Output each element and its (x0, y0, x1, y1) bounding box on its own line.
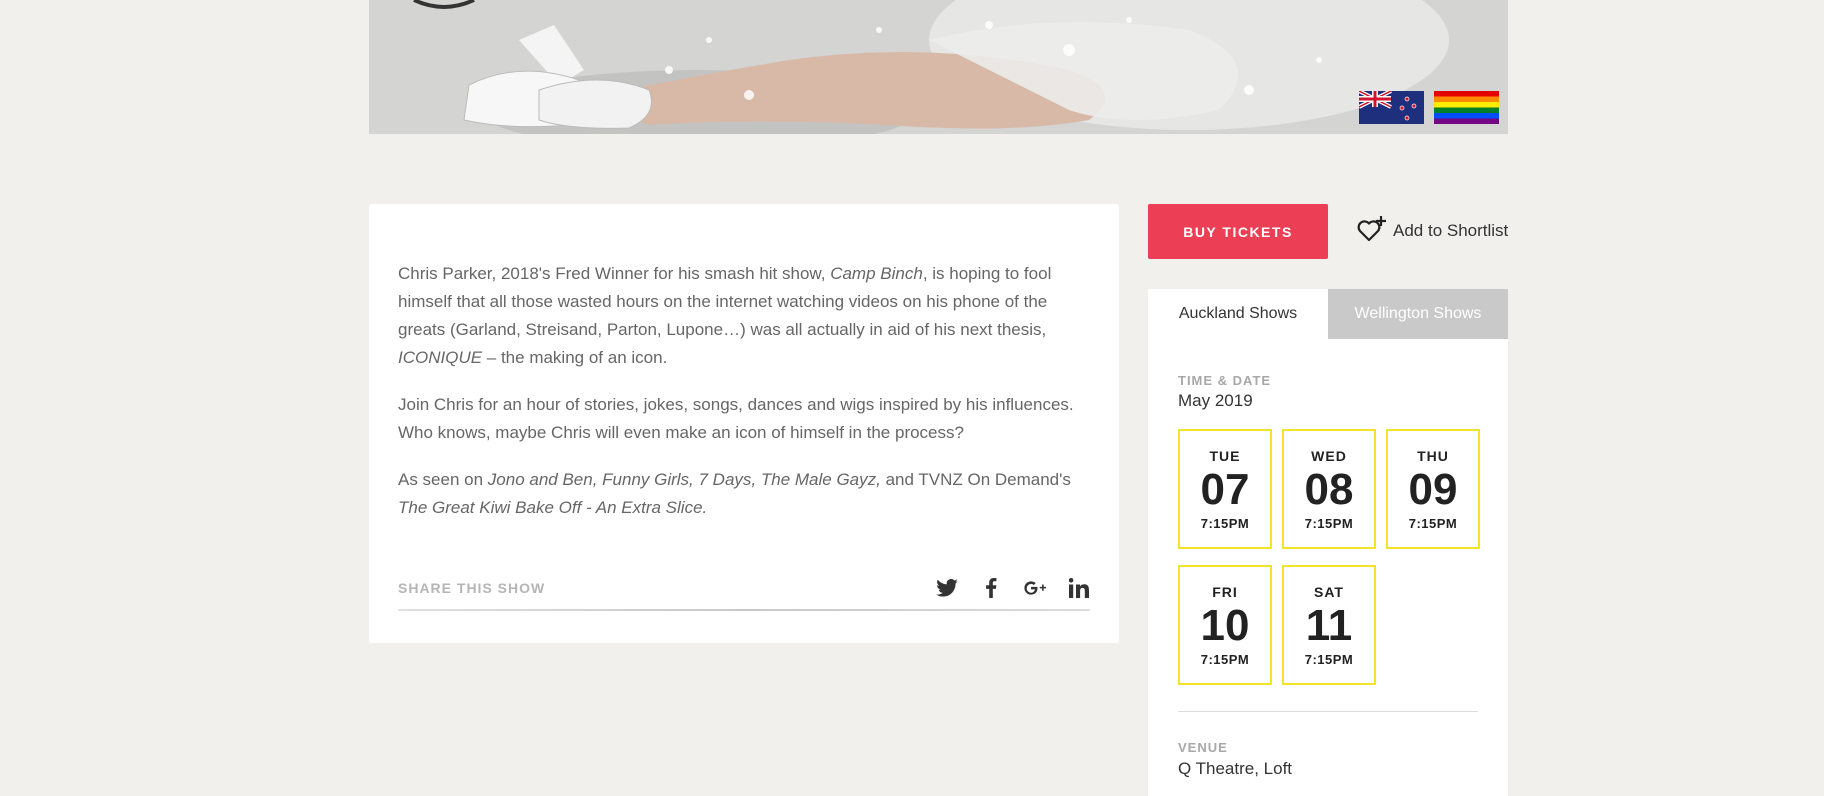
date-option[interactable]: SAT 11 7:15PM (1282, 565, 1376, 685)
linkedin-icon[interactable] (1068, 577, 1090, 599)
date-grid: TUE 07 7:15PM WED 08 7:15PM THU 09 7:15P… (1178, 429, 1488, 685)
share-divider (398, 609, 1090, 611)
tab-wellington-shows[interactable]: Wellington Shows (1328, 289, 1508, 339)
rainbow-pride-flag (1434, 91, 1499, 124)
buy-tickets-button[interactable]: BUY TICKETS (1148, 204, 1328, 259)
date-option[interactable]: TUE 07 7:15PM (1178, 429, 1272, 549)
twitter-icon[interactable] (936, 577, 958, 599)
date-time: 7:15PM (1200, 515, 1250, 531)
date-number: 08 (1304, 464, 1354, 514)
share-row: SHARE THIS SHOW (398, 568, 1090, 608)
time-date-label: TIME & DATE (1178, 373, 1272, 388)
date-number: 10 (1200, 600, 1250, 650)
heart-plus-icon (1357, 215, 1387, 248)
show-description-card: Chris Parker, 2018's Fred Winner for his… (369, 204, 1119, 643)
date-time: 7:15PM (1200, 651, 1250, 667)
venue-label: VENUE (1178, 740, 1228, 755)
share-label: SHARE THIS SHOW (398, 580, 546, 596)
hero-image (369, 0, 1508, 134)
date-day: TUE (1209, 447, 1241, 464)
date-number: 07 (1200, 464, 1250, 514)
month-label: May 2019 (1178, 391, 1253, 410)
date-day: WED (1311, 447, 1347, 464)
google-plus-icon[interactable] (1024, 577, 1046, 599)
date-time: 7:15PM (1304, 651, 1354, 667)
venue-value: Q Theatre, Loft (1178, 759, 1293, 778)
city-tabs: Auckland Shows Wellington Shows (1148, 289, 1508, 339)
description-paragraph-3: As seen on Jono and Ben, Funny Girls, 7 … (398, 470, 1071, 517)
share-icons (936, 577, 1090, 599)
date-number: 09 (1408, 464, 1458, 514)
tab-auckland-shows[interactable]: Auckland Shows (1148, 289, 1328, 339)
date-day: FRI (1212, 583, 1238, 600)
add-to-shortlist-button[interactable]: Add to Shortlist (1357, 215, 1508, 247)
description-paragraph-1: Chris Parker, 2018's Fred Winner for his… (398, 264, 1052, 367)
new-zealand-flag (1359, 91, 1424, 124)
date-option[interactable]: THU 09 7:15PM (1386, 429, 1480, 549)
shortlist-label: Add to Shortlist (1393, 221, 1509, 240)
date-number: 11 (1305, 600, 1353, 650)
date-time: 7:15PM (1304, 515, 1354, 531)
date-time: 7:15PM (1408, 515, 1458, 531)
panel-divider (1178, 711, 1478, 712)
date-option[interactable]: WED 08 7:15PM (1282, 429, 1376, 549)
show-times-panel: Auckland Shows Wellington Shows TIME & D… (1148, 289, 1508, 796)
date-option[interactable]: FRI 10 7:15PM (1178, 565, 1272, 685)
date-day: THU (1417, 447, 1449, 464)
date-day: SAT (1314, 583, 1344, 600)
description-paragraph-2: Join Chris for an hour of stories, jokes… (398, 395, 1074, 442)
facebook-icon[interactable] (980, 577, 1002, 599)
